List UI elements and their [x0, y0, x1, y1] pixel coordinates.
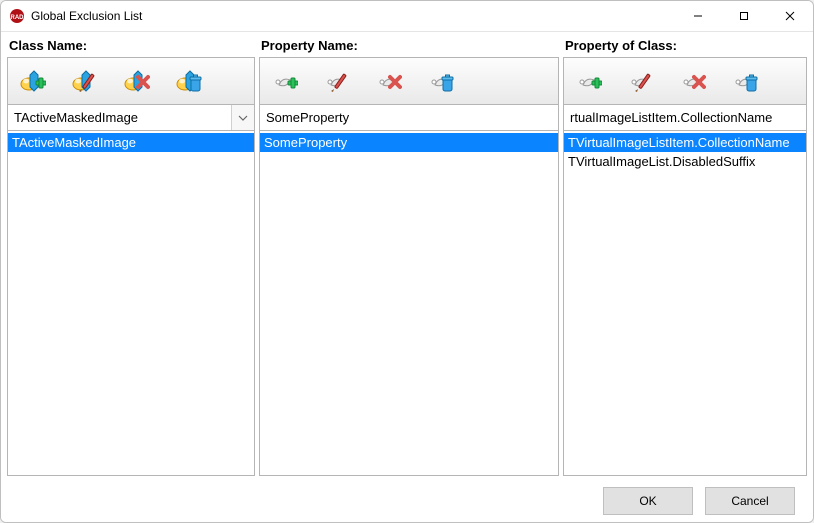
list-item[interactable]: TVirtualImageList.DisabledSuffix [564, 152, 806, 171]
add-icon[interactable] [574, 67, 602, 95]
property-of-class-input-row [563, 105, 807, 131]
edit-icon[interactable] [70, 67, 98, 95]
dropdown-arrow-icon[interactable] [231, 105, 254, 130]
class-name-input[interactable] [8, 105, 231, 130]
property-of-class-header: Property of Class: [563, 36, 807, 57]
cancel-button[interactable]: Cancel [705, 487, 795, 515]
list-item[interactable]: SomeProperty [260, 133, 558, 152]
property-name-toolbar [259, 57, 559, 105]
class-name-list[interactable]: TActiveMaskedImage [7, 131, 255, 476]
property-name-list[interactable]: SomeProperty [259, 131, 559, 476]
class-name-input-row [7, 105, 255, 131]
dialog-window: RAD Global Exclusion List Class Name: [0, 0, 814, 523]
list-item[interactable]: TVirtualImageListItem.CollectionName [564, 133, 806, 152]
svg-text:RAD: RAD [11, 15, 25, 21]
property-name-header: Property Name: [259, 36, 559, 57]
close-button[interactable] [767, 1, 813, 31]
property-name-input[interactable] [260, 105, 558, 130]
property-of-class-input[interactable] [564, 105, 806, 130]
clear-icon[interactable] [426, 67, 454, 95]
list-item[interactable]: TActiveMaskedImage [8, 133, 254, 152]
titlebar: RAD Global Exclusion List [1, 1, 813, 31]
property-of-class-panel: Property of Class: [563, 36, 807, 476]
delete-icon[interactable] [374, 67, 402, 95]
main-content: Class Name: [1, 31, 813, 480]
delete-icon[interactable] [122, 67, 150, 95]
add-icon[interactable] [18, 67, 46, 95]
maximize-button[interactable] [721, 1, 767, 31]
clear-icon[interactable] [174, 67, 202, 95]
clear-icon[interactable] [730, 67, 758, 95]
minimize-button[interactable] [675, 1, 721, 31]
property-name-panel: Property Name: [259, 36, 559, 476]
property-of-class-toolbar [563, 57, 807, 105]
edit-icon[interactable] [626, 67, 654, 95]
add-icon[interactable] [270, 67, 298, 95]
window-title: Global Exclusion List [31, 9, 142, 23]
class-name-toolbar [7, 57, 255, 105]
class-name-panel: Class Name: [7, 36, 255, 476]
property-name-input-row [259, 105, 559, 131]
class-name-header: Class Name: [7, 36, 255, 57]
delete-icon[interactable] [678, 67, 706, 95]
window-controls [675, 1, 813, 31]
edit-icon[interactable] [322, 67, 350, 95]
app-icon: RAD [9, 8, 25, 24]
property-of-class-list[interactable]: TVirtualImageListItem.CollectionName TVi… [563, 131, 807, 476]
dialog-footer: OK Cancel [1, 480, 813, 522]
ok-button[interactable]: OK [603, 487, 693, 515]
